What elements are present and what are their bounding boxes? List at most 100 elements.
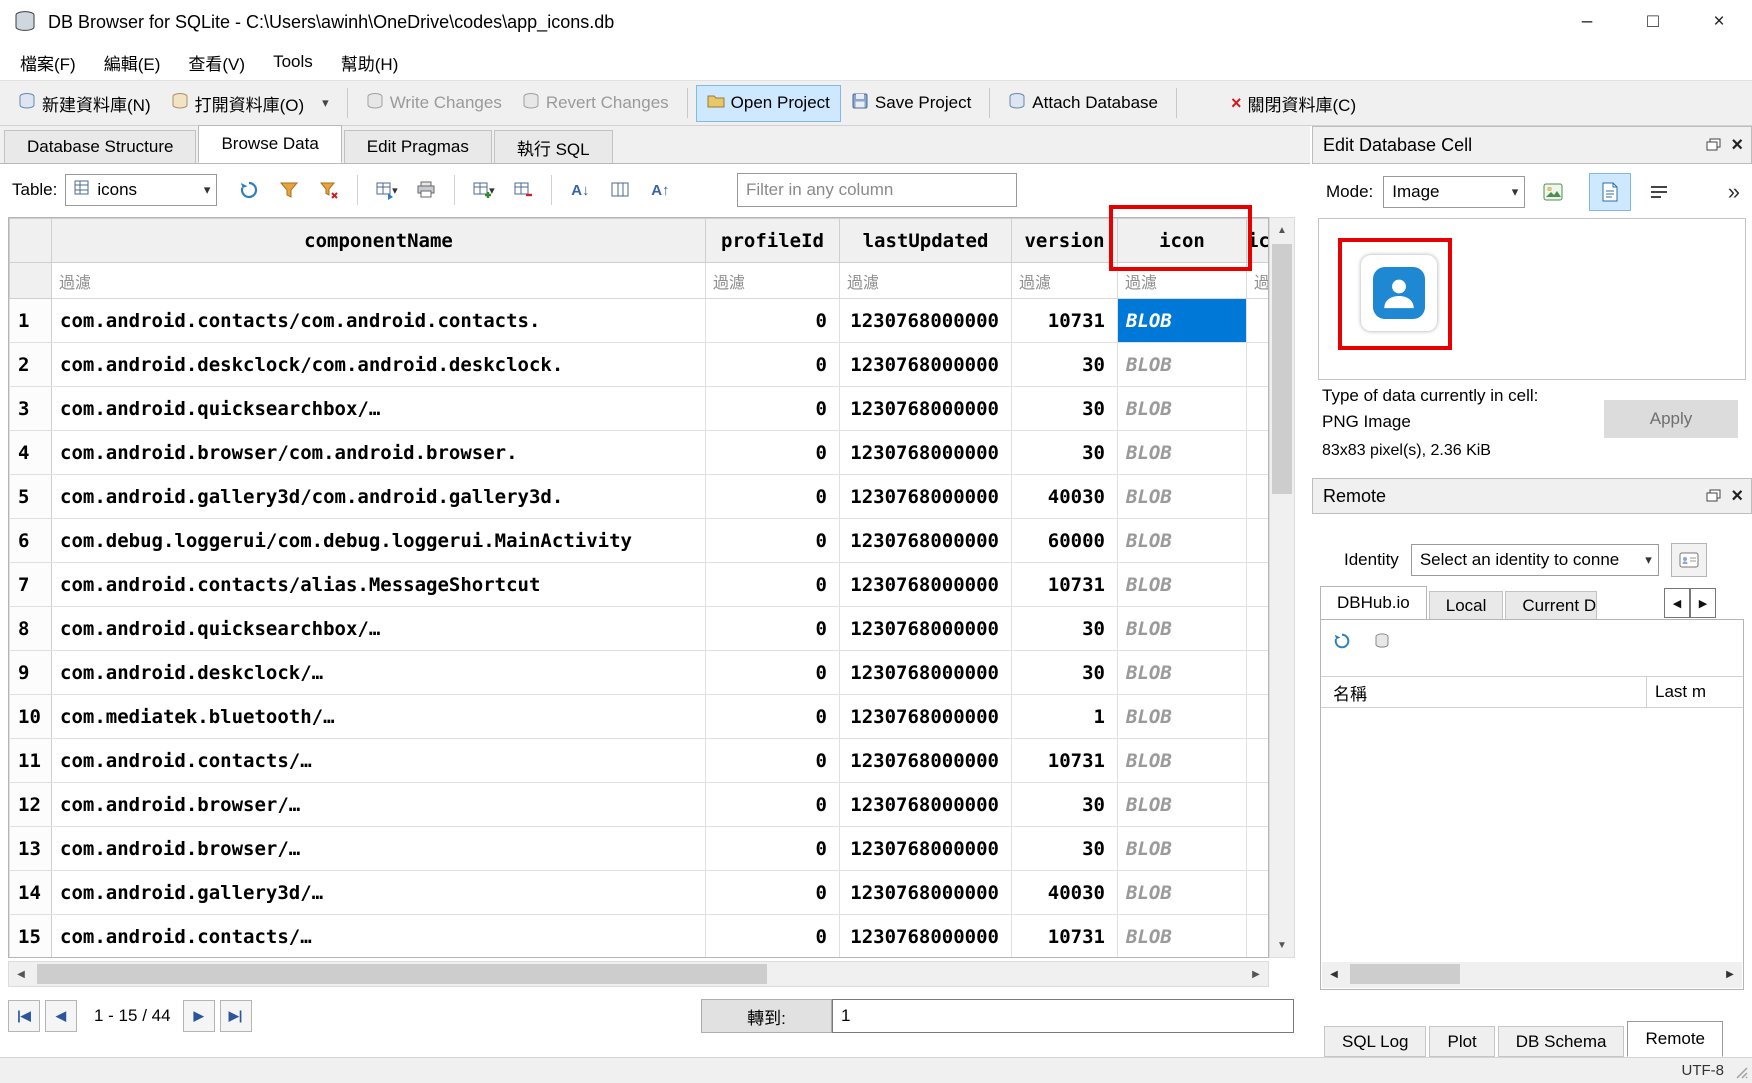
scroll-down-icon[interactable]: ▼	[1270, 933, 1294, 957]
cell-componentName[interactable]: com.android.browser/com.android.browser.	[52, 431, 706, 475]
cell-lastUpdated[interactable]: 1230768000000	[840, 299, 1012, 343]
cell-lastUpdated[interactable]: 1230768000000	[840, 695, 1012, 739]
new-database-button[interactable]: 新建資料庫(N)	[8, 85, 161, 122]
cell-profileId[interactable]: 0	[706, 695, 840, 739]
cell-componentName[interactable]: com.android.deskclock/…	[52, 651, 706, 695]
cell-icon[interactable]: BLOB	[1118, 343, 1247, 387]
tab-edit-pragmas[interactable]: Edit Pragmas	[344, 130, 492, 163]
filter-button[interactable]	[271, 172, 307, 208]
apply-button[interactable]: Apply	[1604, 400, 1738, 438]
cell-version[interactable]: 1	[1012, 695, 1118, 739]
cell-profileId[interactable]: 0	[706, 431, 840, 475]
cell-version[interactable]: 30	[1012, 783, 1118, 827]
cell-componentName[interactable]: com.android.contacts/…	[52, 739, 706, 783]
cell-componentName[interactable]: com.android.quicksearchbox/…	[52, 607, 706, 651]
cell-profileId[interactable]: 0	[706, 563, 840, 607]
vertical-scroll-thumb[interactable]	[1272, 244, 1292, 494]
cell-icon[interactable]: BLOB	[1118, 827, 1247, 871]
cell-lastUpdated[interactable]: 1230768000000	[840, 739, 1012, 783]
remote-tab-current-database[interactable]: Current Dat	[1505, 591, 1597, 620]
float-panel-icon[interactable]	[1706, 135, 1721, 156]
cell-version[interactable]: 60000	[1012, 519, 1118, 563]
float-panel-icon[interactable]	[1706, 486, 1721, 507]
mode-select[interactable]: Image ▾	[1383, 176, 1525, 208]
cell-icon[interactable]: BLOB	[1118, 739, 1247, 783]
scroll-left-icon[interactable]: ◀	[9, 962, 33, 986]
menu-tools[interactable]: Tools	[259, 44, 327, 80]
cell-lastUpdated[interactable]: 1230768000000	[840, 607, 1012, 651]
menu-edit[interactable]: 編輯(E)	[90, 44, 175, 80]
grid-horizontal-scrollbar[interactable]: ◀ ▶	[8, 961, 1269, 987]
cell-version[interactable]: 30	[1012, 827, 1118, 871]
cell-profileId[interactable]: 0	[706, 915, 840, 959]
cell-clipped[interactable]	[1247, 695, 1269, 739]
cell-clipped[interactable]	[1247, 651, 1269, 695]
remote-clone-button[interactable]	[1367, 626, 1397, 656]
save-project-button[interactable]: Save Project	[841, 86, 981, 121]
revert-changes-button[interactable]: Revert Changes	[512, 86, 679, 121]
cell-componentName[interactable]: com.android.contacts/alias.MessageShortc…	[52, 563, 706, 607]
cell-clipped[interactable]	[1247, 299, 1269, 343]
cell-lastUpdated[interactable]: 1230768000000	[840, 475, 1012, 519]
global-filter-input[interactable]	[737, 173, 1017, 207]
filter-profileId[interactable]: 過濾	[706, 263, 840, 299]
cell-componentName[interactable]: com.android.deskclock/com.android.deskcl…	[52, 343, 706, 387]
cell-version[interactable]: 10731	[1012, 739, 1118, 783]
print-button[interactable]	[408, 172, 444, 208]
cell-version[interactable]: 30	[1012, 431, 1118, 475]
tab-browse-data[interactable]: Browse Data	[198, 125, 341, 163]
clear-filters-button[interactable]	[311, 172, 347, 208]
columns-button[interactable]	[602, 172, 638, 208]
filter-version[interactable]: 過濾	[1012, 263, 1118, 299]
close-icon[interactable]: ×	[1686, 0, 1752, 44]
close-database-button[interactable]: × 關閉資料庫(C)	[1221, 85, 1366, 122]
cell-clipped[interactable]	[1247, 431, 1269, 475]
cell-clipped[interactable]	[1247, 915, 1269, 959]
auto-switch-mode-button[interactable]	[1535, 175, 1571, 209]
column-header-icon[interactable]: icon	[1118, 219, 1247, 263]
remote-refresh-button[interactable]	[1327, 626, 1357, 656]
first-page-button[interactable]: |◀	[8, 1000, 40, 1032]
cell-componentName[interactable]: com.android.browser/…	[52, 783, 706, 827]
menu-file[interactable]: 檔案(F)	[6, 44, 90, 80]
table-select[interactable]: icons ▾	[65, 174, 217, 206]
cell-profileId[interactable]: 0	[706, 519, 840, 563]
scroll-right-icon[interactable]: ▶	[1244, 962, 1268, 986]
cell-clipped[interactable]	[1247, 343, 1269, 387]
cell-clipped[interactable]	[1247, 739, 1269, 783]
cell-profileId[interactable]: 0	[706, 607, 840, 651]
cell-clipped[interactable]	[1247, 563, 1269, 607]
cell-clipped[interactable]	[1247, 387, 1269, 431]
cell-componentName[interactable]: com.android.gallery3d/…	[52, 871, 706, 915]
cell-icon[interactable]: BLOB	[1118, 695, 1247, 739]
maximize-icon[interactable]: □	[1620, 0, 1686, 44]
cell-clipped[interactable]	[1247, 475, 1269, 519]
cell-icon[interactable]: BLOB	[1118, 871, 1247, 915]
filter-componentName[interactable]: 過濾	[52, 263, 706, 299]
column-header-lastUpdated[interactable]: lastUpdated	[840, 219, 1012, 263]
cell-componentName[interactable]: com.mediatek.bluetooth/…	[52, 695, 706, 739]
next-page-button[interactable]: ▶	[183, 1000, 215, 1032]
cell-componentName[interactable]: com.android.contacts/…	[52, 915, 706, 959]
cell-lastUpdated[interactable]: 1230768000000	[840, 871, 1012, 915]
cell-version[interactable]: 10731	[1012, 563, 1118, 607]
cell-lastUpdated[interactable]: 1230768000000	[840, 783, 1012, 827]
sort-asc-button[interactable]: A↓	[562, 172, 598, 208]
cell-lastUpdated[interactable]: 1230768000000	[840, 915, 1012, 959]
cell-icon[interactable]: BLOB	[1118, 431, 1247, 475]
close-panel-icon[interactable]: ×	[1731, 486, 1743, 506]
open-database-button[interactable]: 打開資料庫(O)	[161, 85, 315, 122]
cell-componentName[interactable]: com.android.contacts/com.android.contact…	[52, 299, 706, 343]
delete-record-button[interactable]	[505, 172, 541, 208]
word-wrap-toggle-button[interactable]	[1641, 175, 1677, 209]
menu-help[interactable]: 幫助(H)	[327, 44, 413, 80]
open-database-dropdown[interactable]: ▾	[314, 89, 339, 117]
cell-icon[interactable]: BLOB	[1118, 607, 1247, 651]
cell-version[interactable]: 10731	[1012, 915, 1118, 959]
cell-lastUpdated[interactable]: 1230768000000	[840, 827, 1012, 871]
dock-tab-remote[interactable]: Remote	[1627, 1021, 1723, 1057]
cell-clipped[interactable]	[1247, 607, 1269, 651]
cell-clipped[interactable]	[1247, 519, 1269, 563]
menu-view[interactable]: 查看(V)	[174, 44, 259, 80]
cell-version[interactable]: 10731	[1012, 299, 1118, 343]
